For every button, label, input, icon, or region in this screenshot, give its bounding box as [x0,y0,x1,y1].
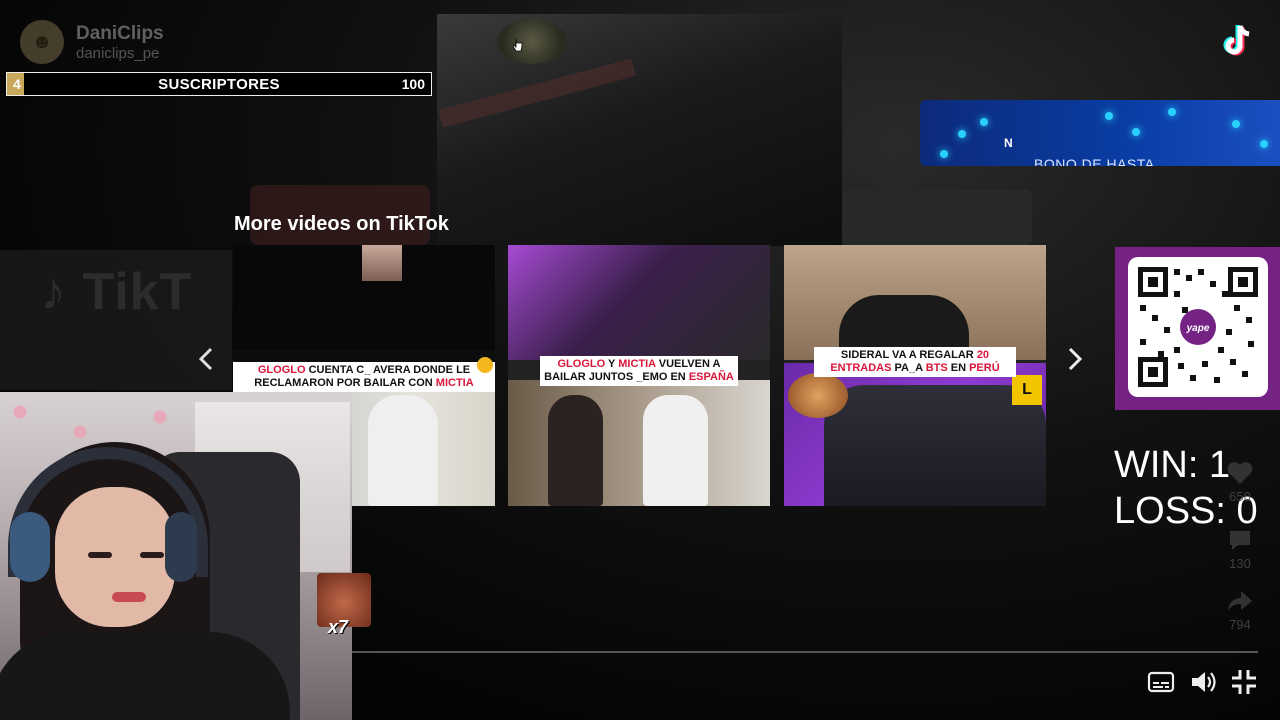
video-thumbnail-2[interactable]: GLOGLO Y MICTIA VUELVEN A BAILAR JUNTOS … [508,245,770,506]
banner-text: BONO DE HASTA [1034,156,1155,166]
exit-fullscreen-icon[interactable] [1230,668,1258,696]
thumbnail-badge-icon [477,357,493,373]
stripe-shape [438,58,636,128]
captions-icon[interactable] [1147,668,1175,696]
video-caption-2: GLOGLO Y MICTIA VUELVEN A BAILAR JUNTOS … [540,356,738,386]
background-blur-block [842,190,1032,245]
background-video-frame [437,14,842,246]
svg-text:yape: yape [1186,323,1210,334]
latina-logo-icon: L [1012,375,1042,405]
comment-button[interactable]: 130 [1222,527,1258,571]
promo-banner[interactable]: N BONO DE HASTA [920,100,1280,166]
yape-qr-panel: yape [1115,247,1280,410]
video-thumbnail-3[interactable]: L SIDERAL VA A REGALAR 20 ENTRADAS PA_A … [784,245,1046,506]
emote-multiplier: x7 [328,617,349,637]
comment-icon [1230,531,1250,550]
heart-icon [1227,462,1253,484]
chevron-right-icon[interactable] [1062,345,1086,373]
subscriber-goal-target: 100 [401,76,425,92]
share-button[interactable]: 794 [1222,588,1258,632]
comment-count: 130 [1229,556,1251,571]
channel-header[interactable]: ☻ DaniClips daniclips_pe [20,20,164,64]
video-caption-1: GLOGLO CUENTA C_ AVERA DONDE LE RECLAMAR… [233,362,495,392]
channel-name[interactable]: DaniClips [76,23,164,45]
qr-code: yape [1128,257,1268,397]
background-tiktok-watermark: ♪ TikT [40,263,193,321]
qr-code-icon: yape [1138,267,1258,387]
banner-letter: N [1004,136,1013,150]
like-button[interactable]: 650 [1222,460,1258,504]
tiktok-logo-icon[interactable] [1218,22,1258,62]
chevron-left-icon[interactable] [195,345,219,373]
subscriber-goal-bar: 4 SUSCRIPTORES 100 [6,72,432,96]
video-caption-3: SIDERAL VA A REGALAR 20 ENTRADAS PA_A BT… [814,347,1016,377]
channel-avatar[interactable]: ☻ [20,20,64,64]
volume-icon[interactable] [1189,668,1217,696]
more-videos-title: More videos on TikTok [234,213,449,235]
video-progress-bar[interactable] [352,651,1258,653]
webcam-feed [0,392,352,720]
share-count: 794 [1229,617,1251,632]
mouse-cursor-icon [513,39,523,52]
channel-handle: daniclips_pe [76,44,160,62]
lamp-shape [497,19,567,64]
like-count: 650 [1229,489,1251,504]
subscriber-goal-label: SUSCRIPTORES [158,75,280,93]
share-icon [1228,591,1252,611]
